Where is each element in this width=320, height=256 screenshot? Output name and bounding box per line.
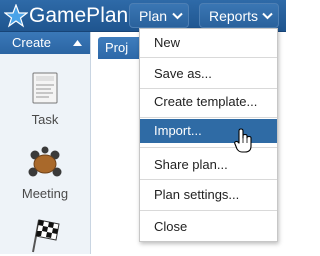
menu-item-new[interactable]: New	[140, 31, 277, 55]
reports-menu-button[interactable]: Reports	[199, 3, 279, 28]
reports-menu-label: Reports	[209, 8, 259, 24]
chevron-down-icon	[172, 12, 183, 20]
menu-divider	[140, 179, 277, 180]
menu-item-share-plan[interactable]: Share plan...	[140, 153, 277, 177]
menu-item-close[interactable]: Close	[140, 215, 277, 239]
gameplan-logo-icon	[4, 4, 28, 28]
create-panel-header[interactable]: Create	[0, 32, 90, 54]
collapse-up-icon[interactable]	[73, 40, 82, 46]
menu-item-plan-settings[interactable]: Plan settings...	[140, 183, 277, 207]
plan-menu-label: Plan	[139, 8, 168, 24]
hand-pointer-cursor-icon	[234, 128, 252, 153]
menu-divider	[140, 88, 277, 89]
checkered-flag-icon	[32, 219, 60, 253]
app-title: GamePlan	[29, 4, 129, 27]
menu-divider	[140, 57, 277, 58]
plan-dropdown-menu: New Save as... Create template... Import…	[139, 28, 278, 242]
create-milestone-tool[interactable]	[0, 216, 90, 256]
menu-item-create-template[interactable]: Create template...	[140, 90, 277, 114]
create-task-tool[interactable]: Task	[0, 62, 90, 132]
menu-divider	[140, 210, 277, 211]
menu-item-save-as[interactable]: Save as...	[140, 62, 277, 86]
menu-divider	[140, 147, 277, 148]
create-meeting-tool[interactable]: Meeting	[0, 144, 90, 204]
chevron-down-icon	[262, 12, 273, 20]
task-label: Task	[31, 112, 59, 127]
menu-item-import[interactable]: Import...	[140, 119, 277, 143]
create-sidebar: Create Task Meeting	[0, 32, 91, 254]
meeting-icon	[28, 146, 62, 177]
create-panel-label: Create	[12, 35, 52, 50]
plan-menu-button[interactable]: Plan	[129, 3, 189, 28]
meeting-label: Meeting	[21, 186, 69, 201]
task-icon	[32, 72, 58, 104]
menu-divider	[140, 117, 277, 118]
